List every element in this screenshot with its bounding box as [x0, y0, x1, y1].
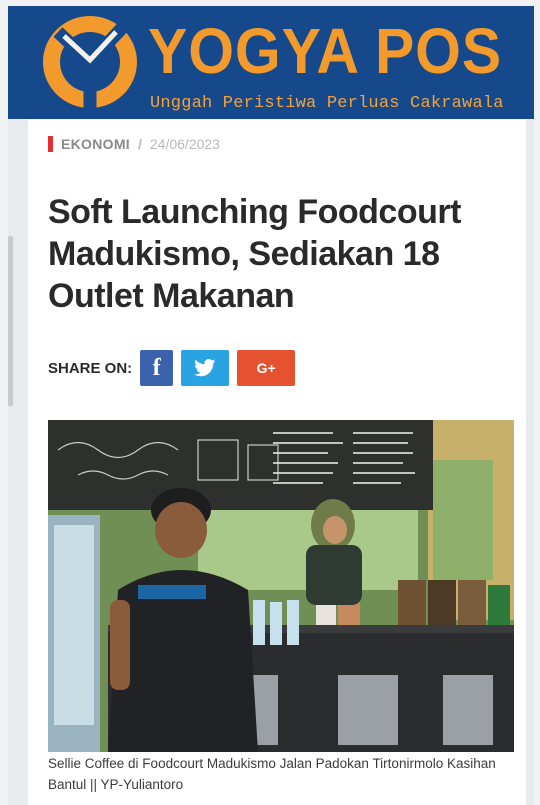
- article-card: EKONOMI / 24/06/2023 Soft Launching Food…: [28, 120, 526, 805]
- left-gutter: [8, 119, 28, 805]
- article-photo-illustration: [48, 420, 514, 752]
- site-tagline: Unggah Peristiwa Perluas Cakrawala: [150, 94, 504, 113]
- google-plus-icon: G+: [256, 360, 276, 376]
- category-marker: [48, 136, 53, 152]
- meta-separator: /: [138, 136, 142, 152]
- twitter-icon: [194, 359, 216, 377]
- share-label: SHARE ON:: [48, 359, 133, 377]
- google-plus-share-button[interactable]: G+: [237, 350, 296, 386]
- article-title: Soft Launching Foodcourt Madukismo, Sedi…: [48, 193, 461, 315]
- article-meta: EKONOMI / 24/06/2023: [48, 134, 220, 154]
- twitter-share-button[interactable]: [181, 350, 230, 386]
- right-gutter: [526, 119, 534, 805]
- yogyapos-logo-icon: [43, 16, 137, 108]
- category-link[interactable]: EKONOMI: [61, 136, 130, 152]
- share-bar: SHARE ON: f G+: [48, 350, 303, 386]
- edge-handle[interactable]: [8, 236, 13, 406]
- photo-caption: Sellie Coffee di Foodcourt Madukismo Jal…: [48, 756, 496, 792]
- site-header[interactable]: YOGYA POS Unggah Peristiwa Perluas Cakra…: [8, 6, 534, 119]
- page-frame: YOGYA POS Unggah Peristiwa Perluas Cakra…: [0, 0, 540, 805]
- facebook-share-button[interactable]: f: [140, 350, 174, 386]
- article-photo[interactable]: [48, 420, 514, 752]
- site-brand[interactable]: YOGYA POS: [148, 16, 502, 86]
- publish-date: 24/06/2023: [149, 136, 220, 152]
- facebook-icon: f: [152, 354, 161, 381]
